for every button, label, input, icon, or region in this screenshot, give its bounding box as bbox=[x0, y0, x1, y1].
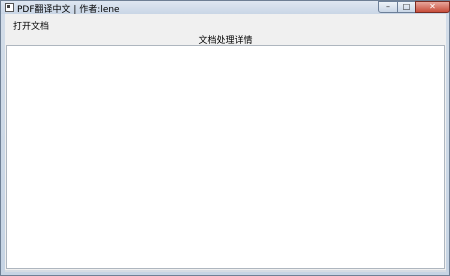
title-bar[interactable]: PDF翻译中文 | 作者:lene – □ ✕ bbox=[1, 1, 450, 15]
menu-bar: 打开文档 bbox=[5, 16, 446, 32]
maximize-button[interactable]: □ bbox=[397, 1, 416, 13]
client-area: 打开文档 文档处理详情 bbox=[5, 14, 446, 272]
details-panel[interactable] bbox=[6, 45, 445, 269]
close-button[interactable]: ✕ bbox=[415, 1, 450, 13]
app-window: PDF翻译中文 | 作者:lene – □ ✕ 打开文档 文档处理详情 bbox=[0, 0, 450, 276]
minimize-button[interactable]: – bbox=[378, 1, 398, 13]
app-icon bbox=[5, 3, 14, 12]
status-bar bbox=[5, 270, 446, 272]
menu-item-open-document[interactable]: 打开文档 bbox=[13, 19, 49, 32]
